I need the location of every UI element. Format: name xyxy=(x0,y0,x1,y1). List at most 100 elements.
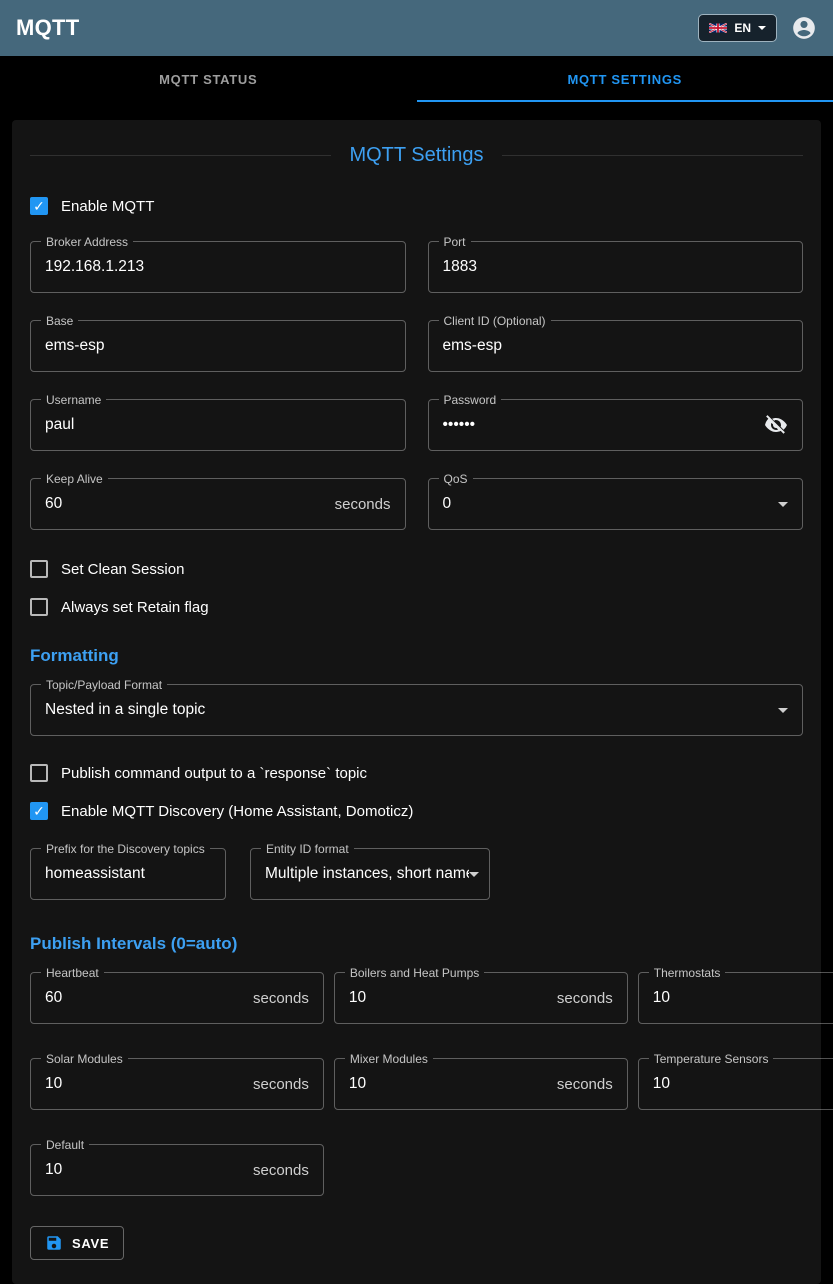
discovery-prefix-input[interactable] xyxy=(45,865,211,883)
temperature-sensors-interval-input[interactable] xyxy=(653,1075,833,1093)
field-label: Solar Modules xyxy=(41,1051,128,1067)
topic-format-selected-value: Nested in a single topic xyxy=(45,701,778,719)
field-label: Username xyxy=(41,392,106,408)
app-title: MQTT xyxy=(16,15,80,41)
field-label: Keep Alive xyxy=(41,471,108,487)
checkbox-unchecked-icon[interactable] xyxy=(30,598,48,616)
field-label: Port xyxy=(439,234,471,250)
visibility-off-icon xyxy=(764,413,788,437)
client-id-field: Client ID (Optional) xyxy=(428,320,804,372)
topic-payload-format-select[interactable]: Topic/Payload Format Nested in a single … xyxy=(30,684,803,736)
save-button-label: SAVE xyxy=(72,1236,109,1251)
clean-session-checkbox-row[interactable]: Set Clean Session xyxy=(30,560,184,578)
language-selector[interactable]: EN xyxy=(698,14,777,42)
username-input[interactable] xyxy=(45,416,391,434)
app-header: MQTT EN xyxy=(0,0,833,56)
checkbox-label: Publish command output to a `response` t… xyxy=(61,765,367,782)
checkbox-unchecked-icon[interactable] xyxy=(30,560,48,578)
save-icon xyxy=(45,1234,63,1252)
chevron-down-icon xyxy=(758,26,766,30)
solar-interval-field: Solar Modules seconds xyxy=(30,1058,324,1110)
unit-suffix: seconds xyxy=(549,1076,613,1093)
solar-interval-input[interactable] xyxy=(45,1075,245,1093)
base-field: Base xyxy=(30,320,406,372)
account-circle-icon xyxy=(791,15,817,41)
port-input[interactable] xyxy=(443,258,789,276)
keep-alive-field: Keep Alive seconds xyxy=(30,478,406,530)
field-label: Password xyxy=(439,392,502,408)
checkbox-label: Always set Retain flag xyxy=(61,599,209,616)
field-label: Mixer Modules xyxy=(345,1051,433,1067)
mqtt-settings-card: MQTT Settings Enable MQTT Broker Address… xyxy=(12,120,821,1284)
base-input[interactable] xyxy=(45,337,391,355)
qos-selected-value: 0 xyxy=(443,495,779,513)
field-label: Broker Address xyxy=(41,234,133,250)
connection-fields-grid: Broker Address Port Base Client ID (Opti… xyxy=(30,241,803,530)
mqtt-discovery-checkbox-row[interactable]: Enable MQTT Discovery (Home Assistant, D… xyxy=(30,802,413,820)
checkbox-checked-icon[interactable] xyxy=(30,802,48,820)
default-interval-input[interactable] xyxy=(45,1161,245,1179)
publish-intervals-heading: Publish Intervals (0=auto) xyxy=(30,934,803,954)
thermostats-interval-field: Thermostats seconds xyxy=(638,972,833,1024)
unit-suffix: seconds xyxy=(327,496,391,513)
checkbox-unchecked-icon[interactable] xyxy=(30,764,48,782)
publish-response-checkbox-row[interactable]: Publish command output to a `response` t… xyxy=(30,764,367,782)
entity-format-selected-value: Multiple instances, short name xyxy=(265,865,469,883)
field-label: Entity ID format xyxy=(261,841,354,857)
thermostats-interval-input[interactable] xyxy=(653,989,833,1007)
page-title: MQTT Settings xyxy=(30,144,803,167)
enable-mqtt-checkbox-row[interactable]: Enable MQTT xyxy=(30,197,154,215)
temperature-sensors-interval-field: Temperature Sensors seconds xyxy=(638,1058,833,1110)
mixer-interval-field: Mixer Modules seconds xyxy=(334,1058,628,1110)
boilers-interval-input[interactable] xyxy=(349,989,549,1007)
appbar-actions: EN xyxy=(698,14,817,42)
heartbeat-interval-field: Heartbeat seconds xyxy=(30,972,324,1024)
discovery-options-row: Prefix for the Discovery topics Entity I… xyxy=(30,848,803,900)
heartbeat-interval-input[interactable] xyxy=(45,989,245,1007)
field-label: Prefix for the Discovery topics xyxy=(41,841,210,857)
dropdown-arrow-icon xyxy=(778,708,788,713)
field-label: Client ID (Optional) xyxy=(439,313,551,329)
password-input[interactable] xyxy=(443,416,757,434)
dropdown-arrow-icon xyxy=(469,872,479,877)
discovery-prefix-field: Prefix for the Discovery topics xyxy=(30,848,226,900)
unit-suffix: seconds xyxy=(245,1076,309,1093)
checkbox-checked-icon[interactable] xyxy=(30,197,48,215)
qos-select[interactable]: QoS 0 xyxy=(428,478,804,530)
field-label: Heartbeat xyxy=(41,965,104,981)
entity-id-format-select[interactable]: Entity ID format Multiple instances, sho… xyxy=(250,848,490,900)
client-id-input[interactable] xyxy=(443,337,789,355)
username-field: Username xyxy=(30,399,406,451)
save-button[interactable]: SAVE xyxy=(30,1226,124,1260)
field-label: Temperature Sensors xyxy=(649,1051,774,1067)
boilers-interval-field: Boilers and Heat Pumps seconds xyxy=(334,972,628,1024)
unit-suffix: seconds xyxy=(245,990,309,1007)
language-label: EN xyxy=(734,21,751,35)
checkbox-label: Enable MQTT xyxy=(61,198,154,215)
dropdown-arrow-icon xyxy=(778,502,788,507)
unit-suffix: seconds xyxy=(549,990,613,1007)
keep-alive-input[interactable] xyxy=(45,495,327,513)
mixer-interval-input[interactable] xyxy=(349,1075,549,1093)
port-field: Port xyxy=(428,241,804,293)
broker-address-input[interactable] xyxy=(45,258,391,276)
toggle-password-visibility-button[interactable] xyxy=(764,413,788,437)
field-label: Boilers and Heat Pumps xyxy=(345,965,484,981)
uk-flag-icon xyxy=(709,23,727,33)
checkbox-label: Enable MQTT Discovery (Home Assistant, D… xyxy=(61,803,413,820)
publish-intervals-grid: Heartbeat seconds Boilers and Heat Pumps… xyxy=(30,972,803,1196)
checkbox-label: Set Clean Session xyxy=(61,561,184,578)
tab-bar: MQTT STATUS MQTT SETTINGS xyxy=(0,56,833,102)
broker-address-field: Broker Address xyxy=(30,241,406,293)
tab-mqtt-status[interactable]: MQTT STATUS xyxy=(0,56,417,102)
retain-flag-checkbox-row[interactable]: Always set Retain flag xyxy=(30,598,209,616)
tab-mqtt-settings[interactable]: MQTT SETTINGS xyxy=(417,56,833,102)
field-label: QoS xyxy=(439,471,473,487)
default-interval-field: Default seconds xyxy=(30,1144,324,1196)
formatting-heading: Formatting xyxy=(30,646,803,666)
unit-suffix: seconds xyxy=(245,1162,309,1179)
field-label: Base xyxy=(41,313,78,329)
account-button[interactable] xyxy=(791,15,817,41)
field-label: Default xyxy=(41,1137,89,1153)
field-label: Topic/Payload Format xyxy=(41,677,167,693)
